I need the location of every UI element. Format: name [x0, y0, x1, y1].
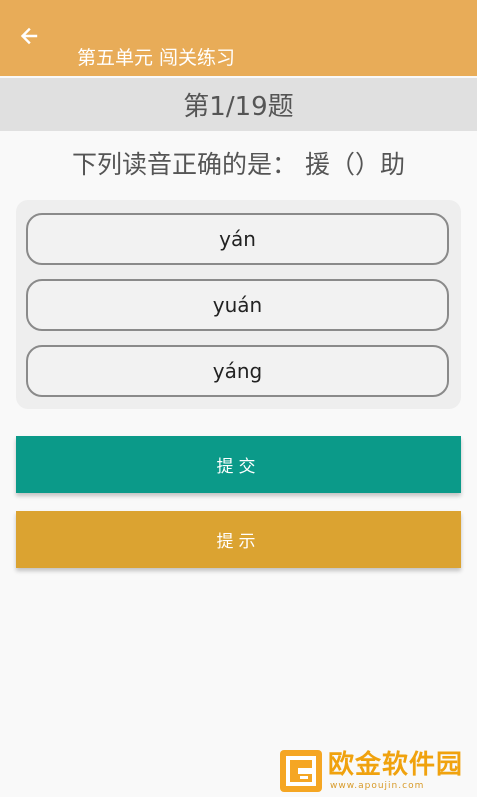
page-title: 第五单元 闯关练习: [77, 47, 236, 69]
question-text: 下列读音正确的是： 援（）助: [72, 150, 405, 179]
question-counter: 第1/19题: [183, 92, 294, 122]
progress-header: 第1/19题: [0, 78, 477, 131]
submit-button[interactable]: 提交: [16, 436, 461, 493]
apoujin-logo-icon: [280, 750, 322, 792]
options-panel: yán yuán yáng: [16, 200, 461, 409]
watermark-url: www.apoujin.com: [330, 781, 425, 791]
watermark: 欧金软件园 www.apoujin.com: [278, 748, 472, 794]
watermark-name: 欧金软件园: [328, 750, 464, 780]
option-1[interactable]: yán: [26, 213, 449, 265]
option-2[interactable]: yuán: [26, 279, 449, 331]
option-3[interactable]: yáng: [26, 345, 449, 397]
arrow-left-icon[interactable]: [16, 23, 42, 49]
app-bar: 第五单元 闯关练习: [0, 0, 477, 76]
hint-button[interactable]: 提示: [16, 511, 461, 568]
